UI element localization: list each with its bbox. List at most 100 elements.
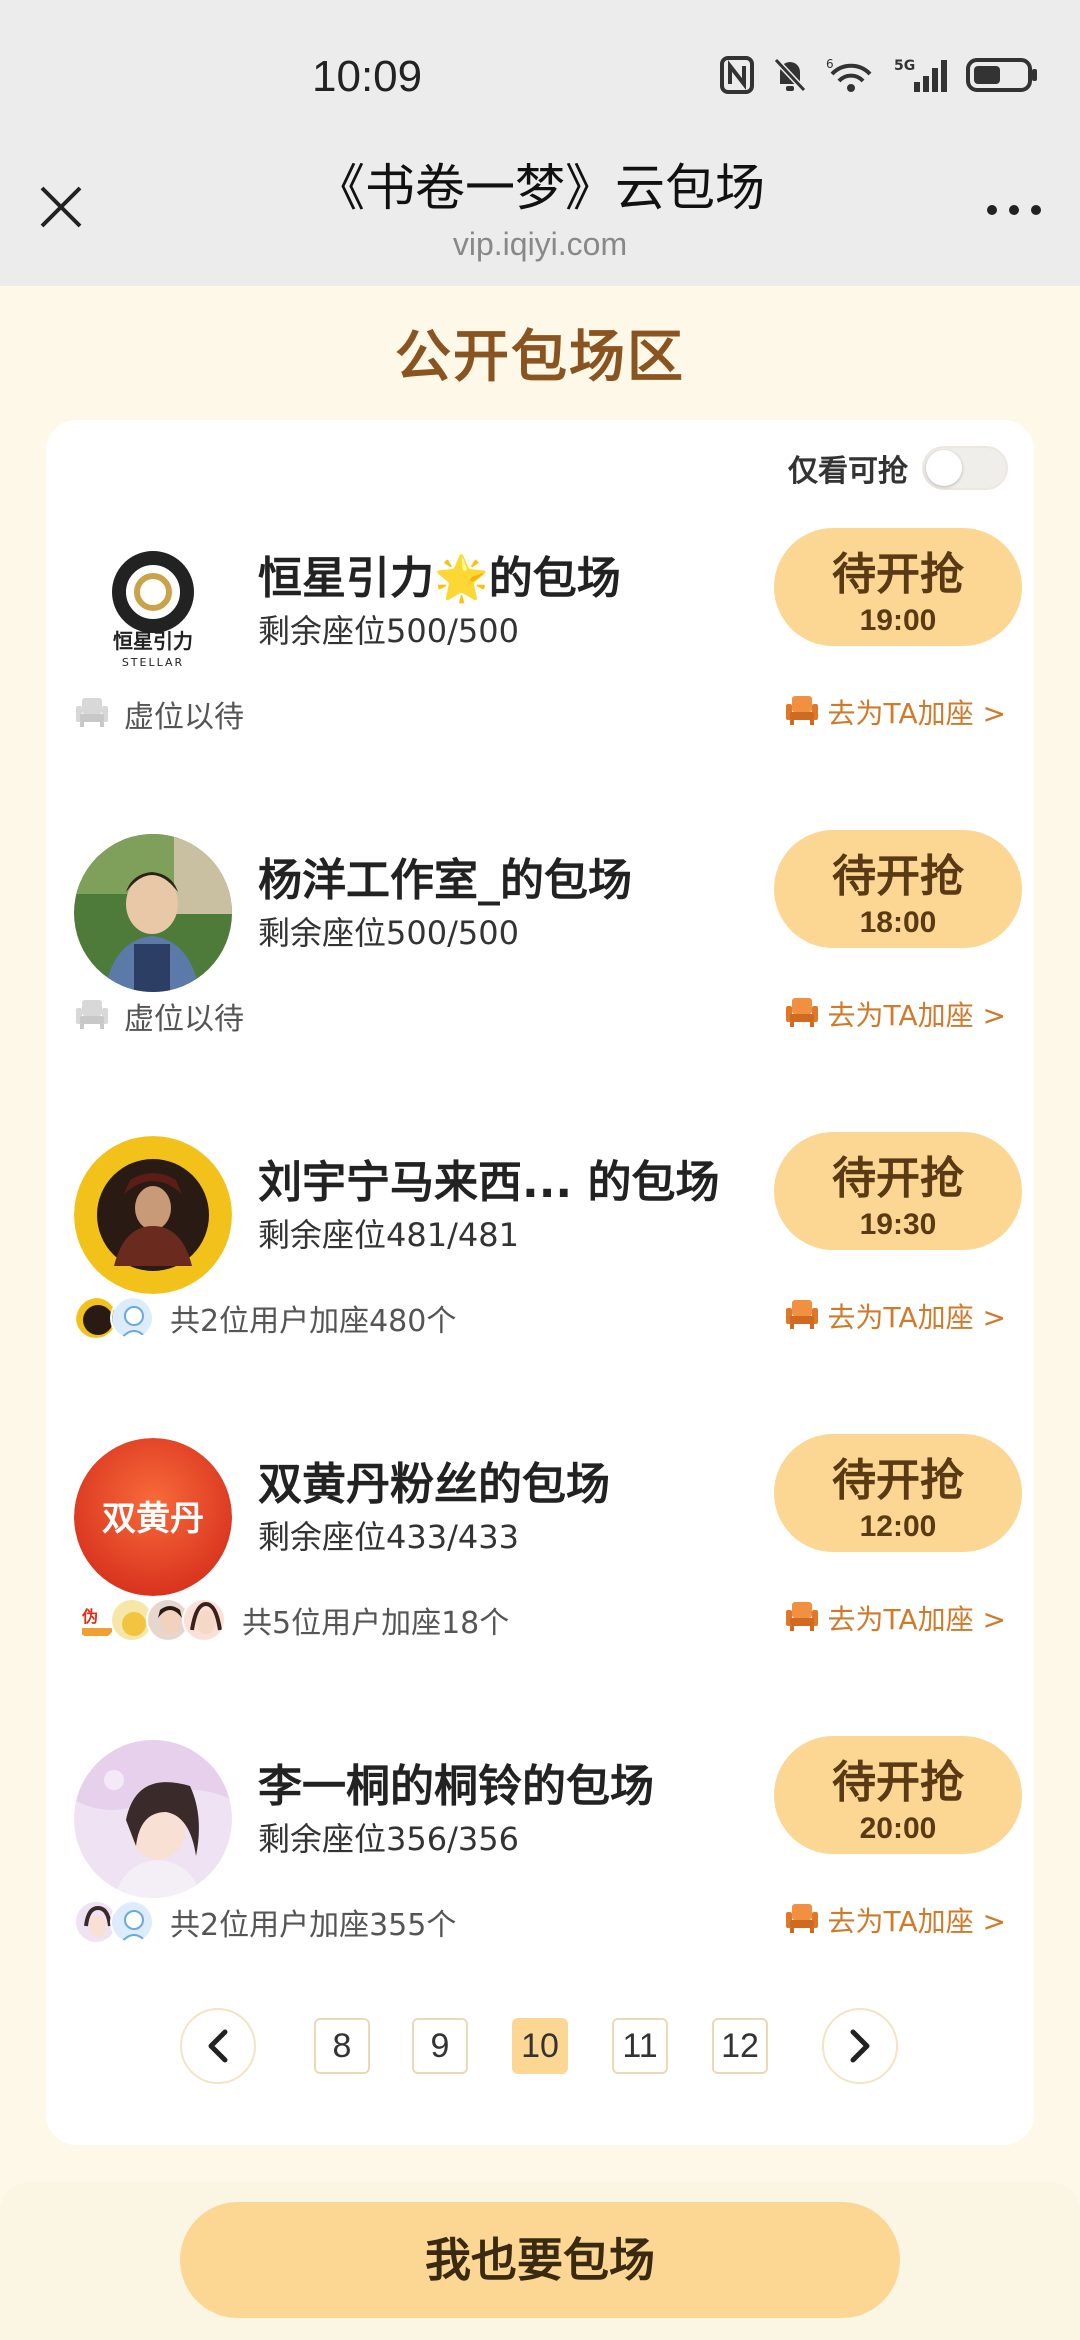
join-text: 共2位用户加座355个 xyxy=(170,1908,457,1943)
next-page-button[interactable] xyxy=(822,2008,898,2084)
stellar-logo-subtext: STELLAR xyxy=(122,656,184,669)
grab-button[interactable]: 待开抢 20:00 xyxy=(774,1736,1022,1854)
grab-label: 待开抢 xyxy=(832,549,964,600)
page-url: vip.iqiyi.com xyxy=(452,226,628,262)
signal-5g-icon: 5G xyxy=(894,56,948,94)
grab-label: 待开抢 xyxy=(832,1153,964,1204)
seat-icon xyxy=(784,1600,820,1636)
join-text: 虚位以待 xyxy=(124,700,244,735)
nfc-icon xyxy=(720,56,754,94)
grab-button[interactable]: 待开抢 19:30 xyxy=(774,1132,1022,1250)
session-seats: 剩余座位481/481 xyxy=(258,1216,519,1254)
seat-icon xyxy=(784,1902,820,1938)
user-avatar xyxy=(110,1296,154,1340)
liuyuning-fanclub-avatar[interactable] xyxy=(74,1136,232,1294)
page-number[interactable]: 11 xyxy=(612,2018,668,2074)
browser-header: 《书卷一梦》云包场 vip.iqiyi.com xyxy=(0,160,1080,286)
mute-icon xyxy=(772,56,808,94)
section-title: 公开包场区 xyxy=(395,325,685,390)
chevron-left-icon xyxy=(208,2029,228,2063)
page-title: 《书卷一梦》云包场 xyxy=(315,159,765,217)
session-item: 恒星引力 STELLAR 恒星引力🌟的包场 剩余座位500/500 待开抢 19… xyxy=(46,524,1034,824)
status-icons: 6 5G xyxy=(720,56,1038,94)
join-text: 共2位用户加座480个 xyxy=(170,1304,457,1339)
more-button[interactable] xyxy=(984,200,1044,220)
session-name: 杨洋工作室_的包场 xyxy=(258,855,632,906)
add-seat-text: 去为TA加座 > xyxy=(827,1603,1006,1636)
session-item: 刘宇宁马来西... 的包场 剩余座位481/481 待开抢 19:30 共2位用… xyxy=(46,1128,1034,1428)
session-name: 李一桐的桐铃的包场 xyxy=(258,1761,654,1812)
grab-button[interactable]: 待开抢 12:00 xyxy=(774,1434,1022,1552)
grab-time: 19:30 xyxy=(859,1208,937,1241)
user-avatar xyxy=(182,1598,226,1642)
session-seats: 剩余座位433/433 xyxy=(258,1518,519,1556)
grab-time: 18:00 xyxy=(859,906,937,939)
more-dots-icon xyxy=(987,205,1041,215)
session-item: 双黄丹 双黄丹粉丝的包场 剩余座位433/433 待开抢 12:00 伪 共5位… xyxy=(46,1430,1034,1730)
session-name: 双黄丹粉丝的包场 xyxy=(258,1459,610,1510)
page-number[interactable]: 12 xyxy=(712,2018,768,2074)
grab-label: 待开抢 xyxy=(832,1757,964,1808)
filter-row: 仅看可抢 xyxy=(788,446,1008,490)
join-info: 共2位用户加座480个 xyxy=(74,1296,456,1340)
add-seat-link[interactable]: 去为TA加座 > xyxy=(784,994,1006,1034)
stellar-logo-avatar[interactable]: 恒星引力 STELLAR xyxy=(74,532,232,690)
create-session-button[interactable]: 我也要包场 xyxy=(180,2202,900,2318)
pagination: 8 9 10 11 12 xyxy=(46,2008,1034,2088)
add-seat-text: 去为TA加座 > xyxy=(827,697,1006,730)
page-number[interactable]: 8 xyxy=(314,2018,370,2074)
svg-text:5G: 5G xyxy=(894,58,915,74)
battery-icon xyxy=(966,56,1038,94)
session-seats: 剩余座位356/356 xyxy=(258,1820,519,1858)
add-seat-text: 去为TA加座 > xyxy=(827,1905,1006,1938)
grab-time: 19:00 xyxy=(859,604,937,637)
sessions-card: 仅看可抢 恒星引力 STELLAR 恒星引力🌟的包场 剩余座位500/500 待… xyxy=(46,420,1034,2145)
session-item: 杨洋工作室_的包场 剩余座位500/500 待开抢 18:00 虚位以待 去为T… xyxy=(46,826,1034,1126)
join-info: 伪 共5位用户加座18个 xyxy=(74,1598,509,1642)
join-info: 虚位以待 xyxy=(74,994,244,1038)
toggle-knob xyxy=(926,450,962,486)
add-seat-text: 去为TA加座 > xyxy=(827,999,1006,1032)
status-bar: 10:09 6 5G xyxy=(0,0,1080,160)
joined-user-avatars: 伪 xyxy=(74,1598,226,1642)
seat-icon xyxy=(784,996,820,1032)
filter-label: 仅看可抢 xyxy=(788,454,908,489)
filter-toggle[interactable] xyxy=(922,446,1008,490)
svg-text:6: 6 xyxy=(826,57,834,71)
page-number-current[interactable]: 10 xyxy=(512,2018,568,2074)
status-time: 10:09 xyxy=(312,52,423,101)
prev-page-button[interactable] xyxy=(180,2008,256,2084)
stellar-logo-text: 恒星引力 xyxy=(113,629,193,653)
join-text: 虚位以待 xyxy=(124,1002,244,1037)
chevron-right-icon xyxy=(850,2029,870,2063)
joined-user-avatars xyxy=(74,1900,154,1944)
session-seats: 剩余座位500/500 xyxy=(258,914,519,952)
grab-time: 20:00 xyxy=(859,1812,937,1845)
grab-label: 待开抢 xyxy=(832,1455,964,1506)
empty-seat-icon xyxy=(74,696,110,732)
shuanghuangdan-avatar[interactable]: 双黄丹 xyxy=(74,1438,232,1596)
yangyang-avatar[interactable] xyxy=(74,834,232,992)
add-seat-text: 去为TA加座 > xyxy=(827,1301,1006,1334)
add-seat-link[interactable]: 去为TA加座 > xyxy=(784,1296,1006,1336)
shuanghuangdan-logo-text: 双黄丹 xyxy=(102,1499,204,1539)
seat-icon xyxy=(784,1298,820,1334)
page-number[interactable]: 9 xyxy=(412,2018,468,2074)
session-name: 刘宇宁马来西... 的包场 xyxy=(258,1157,720,1208)
grab-button[interactable]: 待开抢 18:00 xyxy=(774,830,1022,948)
grab-time: 12:00 xyxy=(859,1510,937,1543)
add-seat-link[interactable]: 去为TA加座 > xyxy=(784,1598,1006,1638)
add-seat-link[interactable]: 去为TA加座 > xyxy=(784,692,1006,732)
empty-seat-icon xyxy=(74,998,110,1034)
join-text: 共5位用户加座18个 xyxy=(242,1606,510,1641)
svg-text:伪: 伪 xyxy=(81,1607,98,1626)
bottom-bar: 我也要包场 xyxy=(0,2182,1080,2340)
liyitong-avatar[interactable] xyxy=(74,1740,232,1898)
session-seats: 剩余座位500/500 xyxy=(258,612,519,650)
user-avatar xyxy=(110,1900,154,1944)
seat-icon xyxy=(784,694,820,730)
joined-user-avatars xyxy=(74,1296,154,1340)
grab-button[interactable]: 待开抢 19:00 xyxy=(774,528,1022,646)
add-seat-link[interactable]: 去为TA加座 > xyxy=(784,1900,1006,1940)
grab-label: 待开抢 xyxy=(832,851,964,902)
